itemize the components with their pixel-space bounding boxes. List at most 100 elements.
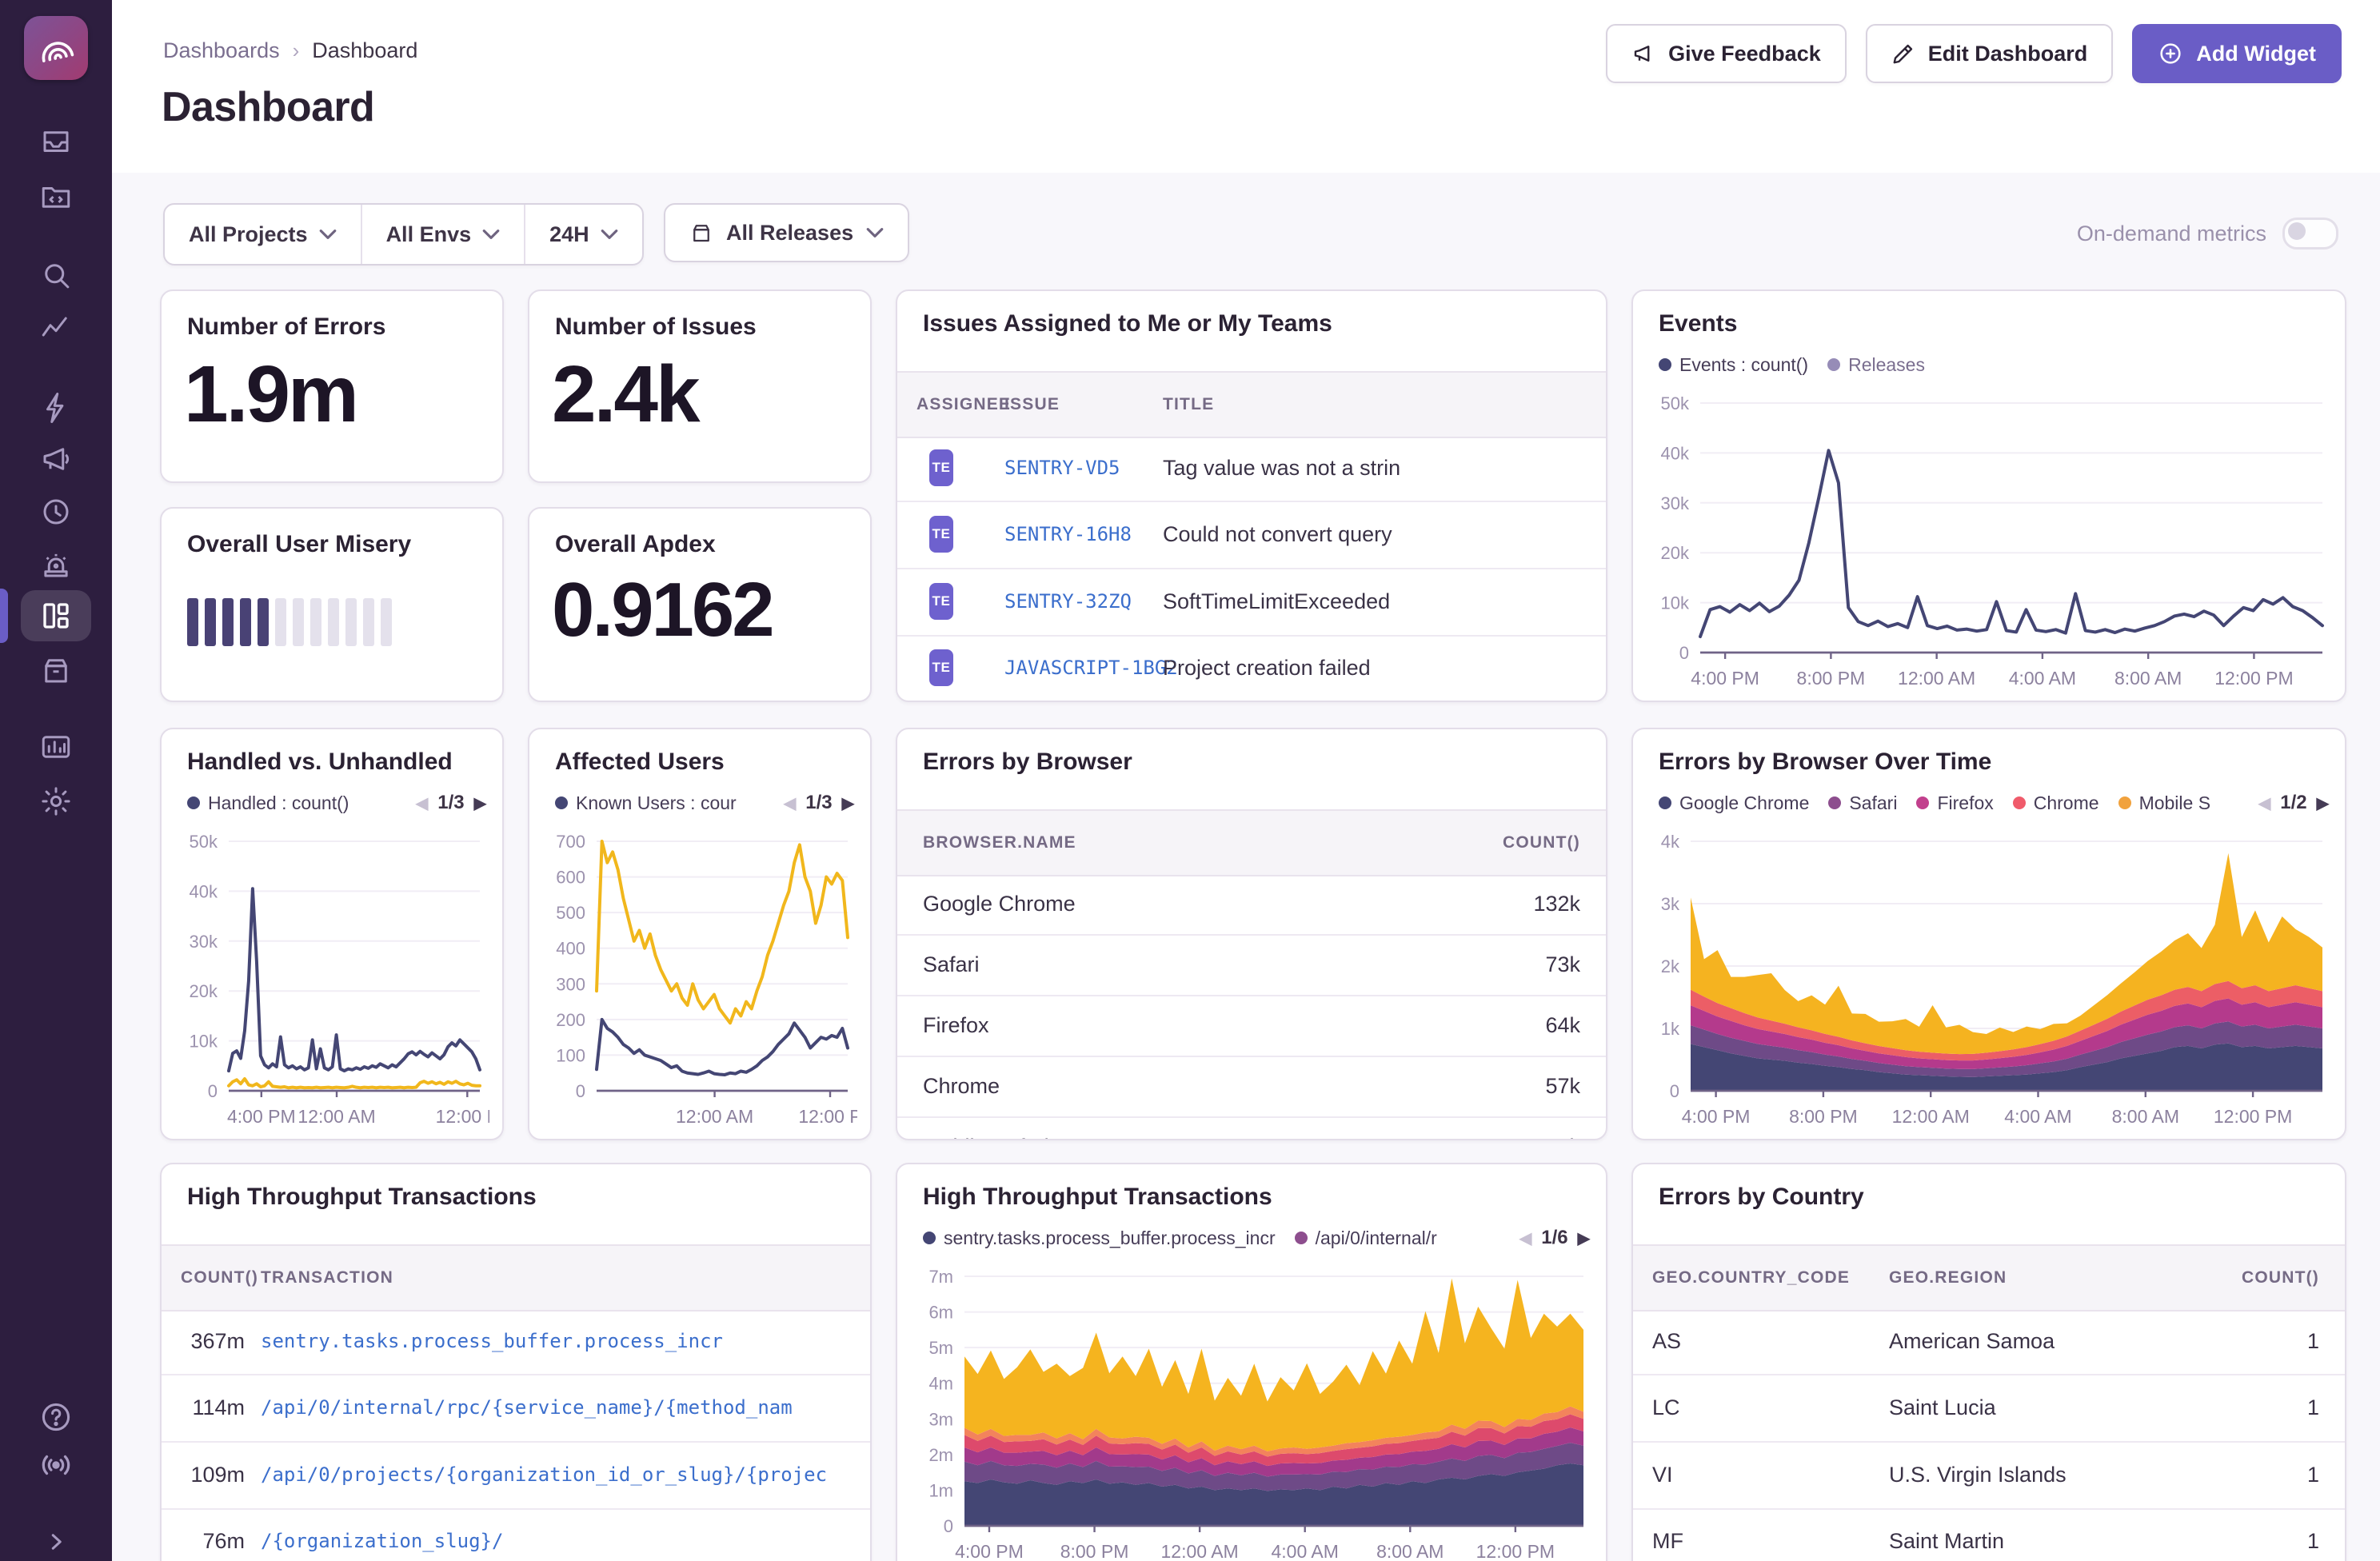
events-chart[interactable]: 010k20k30k40k50k4:00 PM8:00 PM12:00 AM4:… <box>1646 390 2332 694</box>
sentry-logo[interactable] <box>24 16 88 80</box>
ondemand-metrics-toggle[interactable] <box>2282 218 2338 250</box>
legend-item[interactable]: Safari <box>1828 792 1897 814</box>
table-row: Safari 73k <box>897 934 1606 996</box>
issues-icon <box>39 126 73 159</box>
browser-over-time-chart[interactable]: 01k2k3k4k4:00 PM8:00 PM12:00 AM4:00 AM8:… <box>1646 828 2332 1132</box>
pager-next-icon[interactable]: ▶ <box>2317 793 2329 813</box>
time-range-filter[interactable]: 24H <box>524 205 642 264</box>
edit-dashboard-label: Edit Dashboard <box>1928 42 2088 66</box>
legend-item[interactable]: Mobile S <box>2118 792 2210 814</box>
legend-item[interactable]: /api/0/internal/r <box>1295 1228 1437 1249</box>
table-row: TE SENTRY-32ZQ SoftTimeLimitExceeded <box>897 568 1606 637</box>
high-throughput-chart[interactable]: 01m2m3m4m5m6m7m4:00 PM8:00 PM12:00 AM4:0… <box>910 1264 1593 1561</box>
breadcrumb-dashboards[interactable]: Dashboards <box>163 38 280 63</box>
assignee-avatar[interactable]: TE <box>929 449 953 486</box>
pager-next-icon[interactable]: ▶ <box>1578 1228 1590 1248</box>
svg-text:40k: 40k <box>190 881 218 901</box>
sidebar-item-alerts[interactable] <box>0 541 112 589</box>
column-title[interactable]: TITLE <box>1163 373 1214 437</box>
pager-prev-icon[interactable]: ◀ <box>1519 1228 1531 1248</box>
widget-errors-by-browser-over-time: Errors by Browser Over Time Google Chrom… <box>1631 728 2346 1140</box>
pager-next-icon[interactable]: ▶ <box>842 793 854 813</box>
svg-text:4:00 AM: 4:00 AM <box>2009 668 2076 689</box>
widget-issues-assigned: Issues Assigned to Me or My Teams ASSIGN… <box>896 289 1607 702</box>
widget-title: Events <box>1659 310 1737 337</box>
svg-text:0: 0 <box>1670 1081 1679 1101</box>
column-count[interactable]: COUNT() <box>181 1246 258 1310</box>
sidebar-item-dashboards[interactable] <box>0 592 112 640</box>
column-browser-name[interactable]: BROWSER.NAME <box>923 811 1076 875</box>
handled-chart[interactable]: 010k20k30k40k50k4:00 PM12:00 AM12:00 P <box>174 828 489 1132</box>
svg-text:8:00 PM: 8:00 PM <box>1060 1541 1129 1561</box>
sidebar-collapse-button[interactable] <box>0 1518 112 1561</box>
legend-item[interactable]: Releases <box>1827 354 1925 376</box>
legend-item[interactable]: Handled : count() <box>187 792 349 814</box>
project-filter[interactable]: All Projects <box>165 205 361 264</box>
legend-item[interactable]: Chrome <box>2013 792 2099 814</box>
transaction-link[interactable]: /{organization_slug}/ <box>261 1508 503 1561</box>
issue-link[interactable]: SENTRY-VD5 <box>1004 435 1120 501</box>
sidebar-item-issues[interactable] <box>0 118 112 166</box>
column-issue[interactable]: ISSUE <box>1004 373 1060 437</box>
ondemand-metrics-label: On-demand metrics <box>2077 222 2266 246</box>
column-region[interactable]: GEO.REGION <box>1889 1246 2007 1310</box>
legend-item[interactable]: Events : count() <box>1659 354 1808 376</box>
table-row: 114m /api/0/internal/rpc/{service_name}/… <box>162 1374 870 1443</box>
assignee-avatar[interactable]: TE <box>929 649 953 686</box>
sidebar-item-performance[interactable] <box>0 305 112 353</box>
toggle-knob <box>2288 222 2306 240</box>
browser-name: Google Chrome <box>923 873 1076 936</box>
transaction-link[interactable]: /api/0/internal/rpc/{service_name}/{meth… <box>261 1374 793 1439</box>
country-region: Saint Lucia <box>1889 1374 1996 1439</box>
releases-filter[interactable]: All Releases <box>664 203 909 262</box>
sidebar-item-help[interactable] <box>0 1393 112 1441</box>
pager-prev-icon[interactable]: ◀ <box>784 793 796 813</box>
assignee-avatar[interactable]: TE <box>929 516 953 553</box>
column-country-code[interactable]: GEO.COUNTRY_CODE <box>1652 1246 1850 1310</box>
sidebar-item-profiling[interactable] <box>0 384 112 432</box>
edit-dashboard-button[interactable]: Edit Dashboard <box>1866 24 2114 83</box>
give-feedback-button[interactable]: Give Feedback <box>1606 24 1847 83</box>
column-assignee[interactable]: ASSIGNEE <box>916 373 1011 437</box>
legend-label: Known Users : cour <box>576 792 737 814</box>
sidebar-item-settings[interactable] <box>0 777 112 825</box>
svg-text:8:00 AM: 8:00 AM <box>2114 668 2182 689</box>
table-row: VI U.S. Virgin Islands 1 <box>1633 1441 2345 1510</box>
sidebar-item-search[interactable] <box>0 251 112 299</box>
broadcast-icon <box>38 1447 74 1483</box>
affected-users-chart[interactable]: 010020030040050060070012:00 AM12:00 P <box>542 828 857 1132</box>
issue-link[interactable]: JAVASCRIPT-1BG2 <box>1004 635 1178 701</box>
country-region: American Samoa <box>1889 1308 2055 1374</box>
assignee-avatar[interactable]: TE <box>929 583 953 620</box>
transaction-link[interactable]: sentry.tasks.process_buffer.process_incr <box>261 1308 723 1374</box>
widget-title: Overall User Misery <box>187 531 411 558</box>
sentry-dashboard-app: Dashboards › Dashboard Dashboard Give Fe… <box>0 0 2380 1561</box>
ondemand-metrics: On-demand metrics <box>2077 218 2338 250</box>
sidebar-item-stats[interactable] <box>0 723 112 771</box>
table-row: 109m /api/0/projects/{organization_id_or… <box>162 1441 870 1510</box>
column-transaction[interactable]: TRANSACTION <box>261 1246 393 1310</box>
environment-filter[interactable]: All Envs <box>361 205 525 264</box>
pager-prev-icon[interactable]: ◀ <box>2258 793 2270 813</box>
sidebar-item-replays[interactable] <box>0 488 112 536</box>
sidebar-item-broadcast[interactable] <box>0 1441 112 1489</box>
sidebar-item-releases[interactable] <box>0 646 112 694</box>
column-count[interactable]: COUNT() <box>2242 1246 2319 1310</box>
give-feedback-label: Give Feedback <box>1668 42 1821 66</box>
pager-next-icon[interactable]: ▶ <box>474 793 486 813</box>
sidebar-item-feedback[interactable] <box>0 435 112 483</box>
legend-item[interactable]: Firefox <box>1916 792 1993 814</box>
legend-item[interactable]: sentry.tasks.process_buffer.process_incr <box>923 1228 1276 1249</box>
issue-link[interactable]: SENTRY-16H8 <box>1004 501 1132 566</box>
svg-text:50k: 50k <box>1661 393 1690 413</box>
svg-text:30k: 30k <box>1661 493 1690 513</box>
pager-prev-icon[interactable]: ◀ <box>416 793 428 813</box>
legend-item[interactable]: Known Users : cour <box>555 792 737 814</box>
add-widget-button[interactable]: Add Widget <box>2132 24 2342 83</box>
widget-title: High Throughput Transactions <box>187 1184 537 1211</box>
transaction-link[interactable]: /api/0/projects/{organization_id_or_slug… <box>261 1441 827 1507</box>
column-count[interactable]: COUNT() <box>1503 811 1580 875</box>
sidebar-item-projects[interactable] <box>0 173 112 221</box>
issue-link[interactable]: SENTRY-32ZQ <box>1004 568 1132 633</box>
legend-item[interactable]: Google Chrome <box>1659 792 1809 814</box>
